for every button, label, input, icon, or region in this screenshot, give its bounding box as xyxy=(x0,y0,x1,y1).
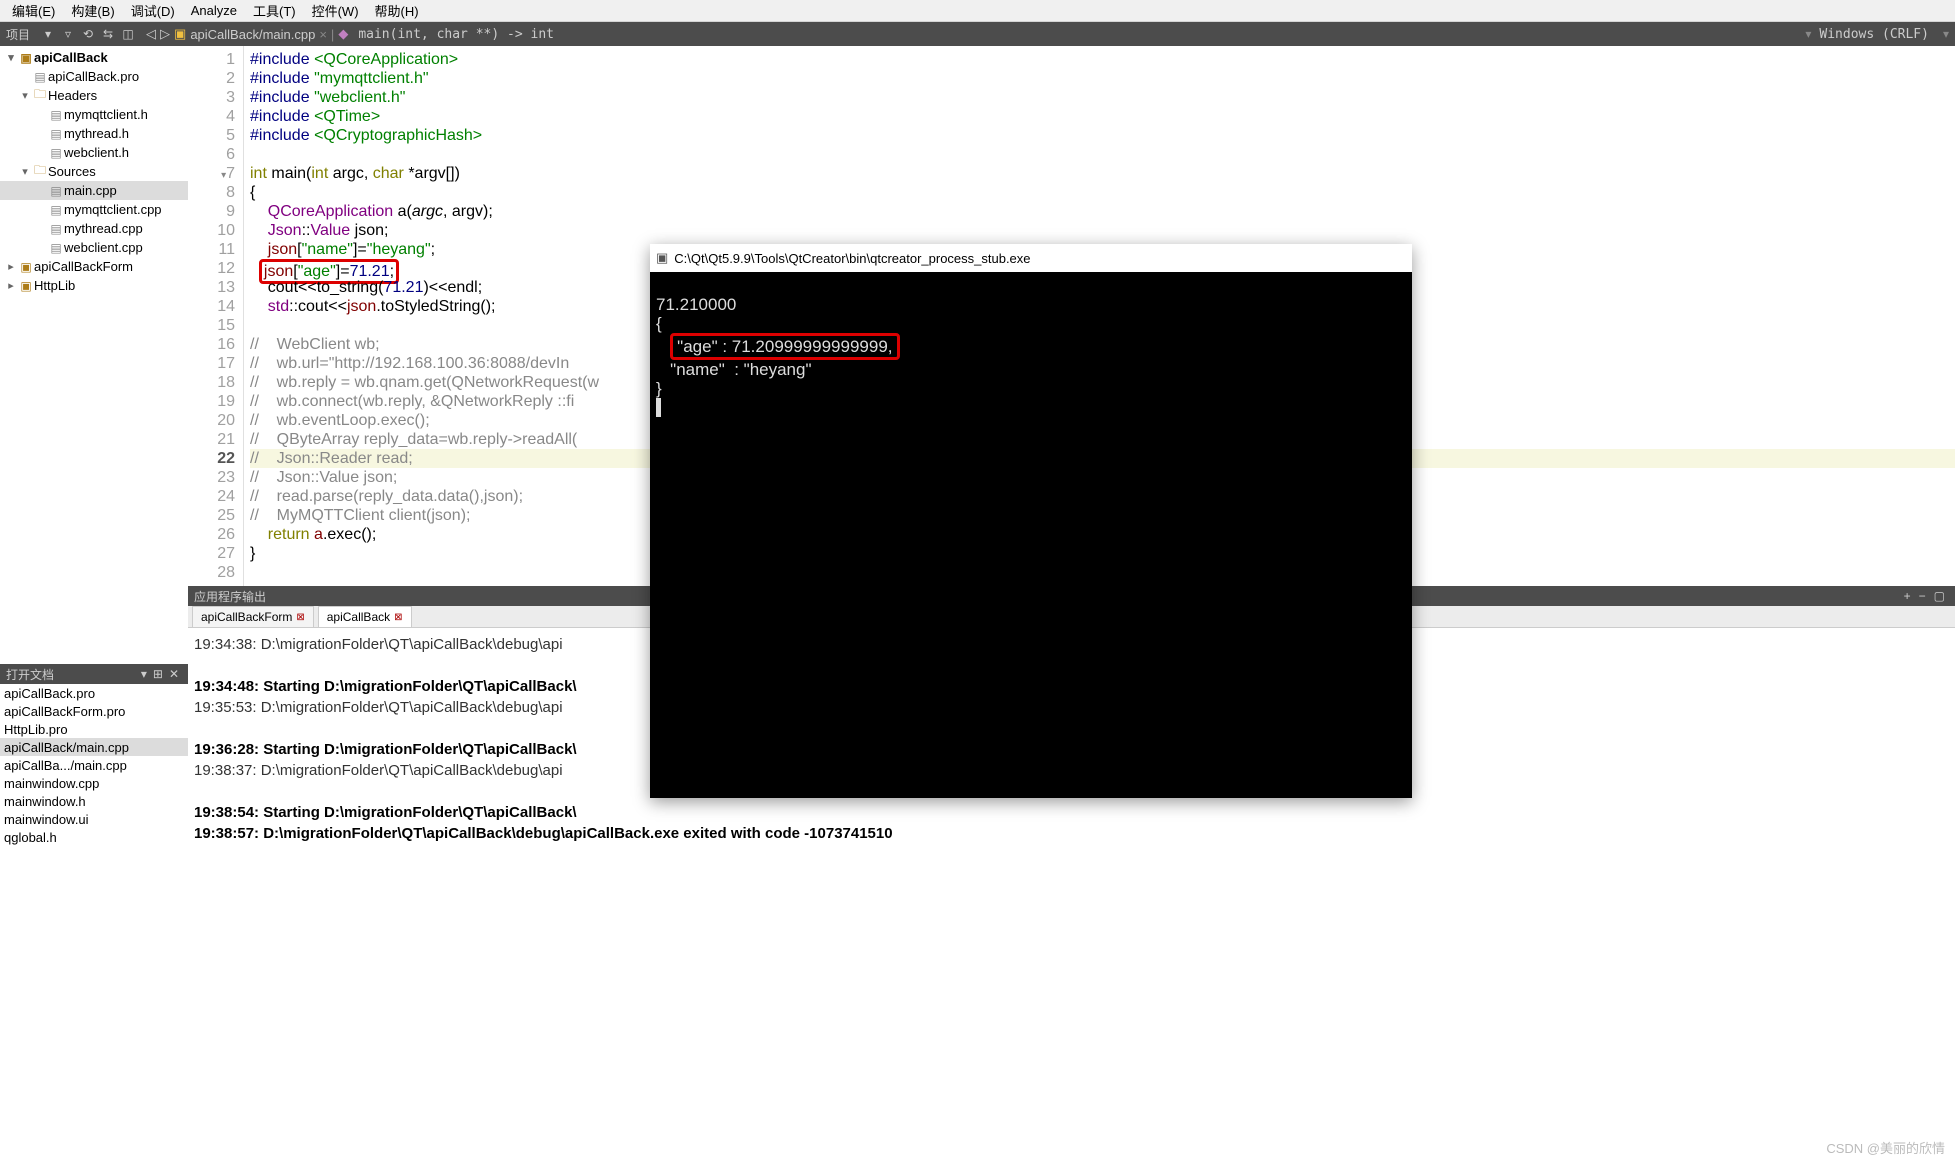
tree-row[interactable]: ▸▣HttpLib xyxy=(0,276,188,295)
output-tab[interactable]: apiCallBackForm⊠ xyxy=(192,606,314,627)
highlighted-output: "age" : 71.20999999999999, xyxy=(670,333,899,360)
breadcrumb[interactable]: ◁ ▷ ▣ apiCallBack/main.cpp × | ◆ main(in… xyxy=(140,26,566,42)
console-title-text: C:\Qt\Qt5.9.9\Tools\QtCreator\bin\qtcrea… xyxy=(674,251,1030,266)
link-icon[interactable]: ⇆ xyxy=(100,27,116,41)
close-icon[interactable]: ⊠ xyxy=(394,612,402,623)
open-file-row[interactable]: mainwindow.ui xyxy=(0,810,188,828)
open-file-row[interactable]: apiCallBackForm.pro xyxy=(0,702,188,720)
tree-row[interactable]: ▸▣apiCallBackForm xyxy=(0,257,188,276)
open-file-row[interactable]: apiCallBack/main.cpp xyxy=(0,738,188,756)
tree-row[interactable]: ▤mythread.cpp xyxy=(0,219,188,238)
open-file-row[interactable]: HttpLib.pro xyxy=(0,720,188,738)
menu-item[interactable]: 调试(D) xyxy=(123,1,183,20)
project-toolbar-icons: ▾ ▿ ⟲ ⇆ ◫ xyxy=(36,27,140,41)
close-icon[interactable]: ⊠ xyxy=(296,612,304,623)
tree-row[interactable]: ▾🗀Headers xyxy=(0,86,188,105)
console-window[interactable]: ▣ C:\Qt\Qt5.9.9\Tools\QtCreator\bin\qtcr… xyxy=(650,244,1412,798)
tree-row[interactable]: ▤mymqttclient.h xyxy=(0,105,188,124)
console-titlebar[interactable]: ▣ C:\Qt\Qt5.9.9\Tools\QtCreator\bin\qtcr… xyxy=(650,244,1412,272)
file-icon: ▣ xyxy=(174,26,186,42)
output-panel-title: 应用程序输出 xyxy=(194,588,266,605)
function-icon: ◆ xyxy=(338,26,348,42)
menu-bar[interactable]: 编辑(E)构建(B)调试(D)Analyze工具(T)控件(W)帮助(H) xyxy=(0,0,1955,22)
tree-row[interactable]: ▤main.cpp xyxy=(0,181,188,200)
split-icon[interactable]: ⊞ xyxy=(150,667,166,681)
menu-item[interactable]: Analyze xyxy=(183,3,245,18)
open-documents-header: 打开文档 ▾ ⊞ ✕ xyxy=(0,664,188,684)
open-documents-list[interactable]: apiCallBack.proapiCallBackForm.proHttpLi… xyxy=(0,684,188,1163)
close-icon[interactable]: × xyxy=(319,27,327,42)
menu-item[interactable]: 工具(T) xyxy=(245,1,304,20)
tree-row[interactable]: ▾▣apiCallBack xyxy=(0,48,188,67)
tree-row[interactable]: ▤webclient.h xyxy=(0,143,188,162)
sync-icon[interactable]: ⟲ xyxy=(80,27,96,41)
menu-item[interactable]: 构建(B) xyxy=(63,1,122,20)
dropdown-icon[interactable]: ▾ xyxy=(138,667,150,681)
add-icon[interactable]: + xyxy=(1900,589,1915,603)
nav-back-icon[interactable]: ◁ xyxy=(146,26,156,42)
encoding-label[interactable]: Windows (CRLF) xyxy=(1811,27,1937,42)
tree-row[interactable]: ▤webclient.cpp xyxy=(0,238,188,257)
minus-icon[interactable]: − xyxy=(1915,589,1930,603)
dropdown-icon[interactable]: ▾ xyxy=(40,27,56,41)
split-icon[interactable]: ◫ xyxy=(120,27,136,41)
line-gutter[interactable]: 123456▾789101112131415161718192021222324… xyxy=(188,46,244,586)
console-output: 71.210000 { "age" : 71.20999999999999, "… xyxy=(650,272,1412,421)
open-file-row[interactable]: mainwindow.cpp xyxy=(0,774,188,792)
open-file-row[interactable]: apiCallBack.pro xyxy=(0,684,188,702)
tree-row[interactable]: ▤mymqttclient.cpp xyxy=(0,200,188,219)
menu-item[interactable]: 控件(W) xyxy=(304,1,367,20)
breadcrumb-file[interactable]: apiCallBack/main.cpp xyxy=(190,27,315,42)
open-file-row[interactable]: mainwindow.h xyxy=(0,792,188,810)
watermark: CSDN @美丽的欣情 xyxy=(1826,1138,1945,1157)
open-file-row[interactable]: qglobal.h xyxy=(0,828,188,846)
projects-panel-title: 项目 xyxy=(0,26,36,43)
output-tab[interactable]: apiCallBack⊠ xyxy=(318,606,412,627)
project-tree[interactable]: ▾▣apiCallBack▤apiCallBack.pro▾🗀Headers▤m… xyxy=(0,46,188,664)
app-icon: ▣ xyxy=(656,250,668,266)
open-documents-title: 打开文档 xyxy=(6,666,54,683)
line-col-dropdown[interactable]: ▾ xyxy=(1937,27,1955,41)
nav-fwd-icon[interactable]: ▷ xyxy=(160,26,170,42)
filter-icon[interactable]: ▿ xyxy=(60,27,76,41)
close-icon[interactable]: ✕ xyxy=(166,667,182,681)
menu-item[interactable]: 编辑(E) xyxy=(4,1,63,20)
tree-row[interactable]: ▤mythread.h xyxy=(0,124,188,143)
tree-row[interactable]: ▾🗀Sources xyxy=(0,162,188,181)
maximize-icon[interactable]: ▢ xyxy=(1930,589,1949,603)
breadcrumb-function[interactable]: main(int, char **) -> int xyxy=(352,27,560,42)
header-toolbar: 项目 ▾ ▿ ⟲ ⇆ ◫ ◁ ▷ ▣ apiCallBack/main.cpp … xyxy=(0,22,1955,46)
tree-row[interactable]: ▤apiCallBack.pro xyxy=(0,67,188,86)
open-file-row[interactable]: apiCallBa.../main.cpp xyxy=(0,756,188,774)
menu-item[interactable]: 帮助(H) xyxy=(367,1,427,20)
